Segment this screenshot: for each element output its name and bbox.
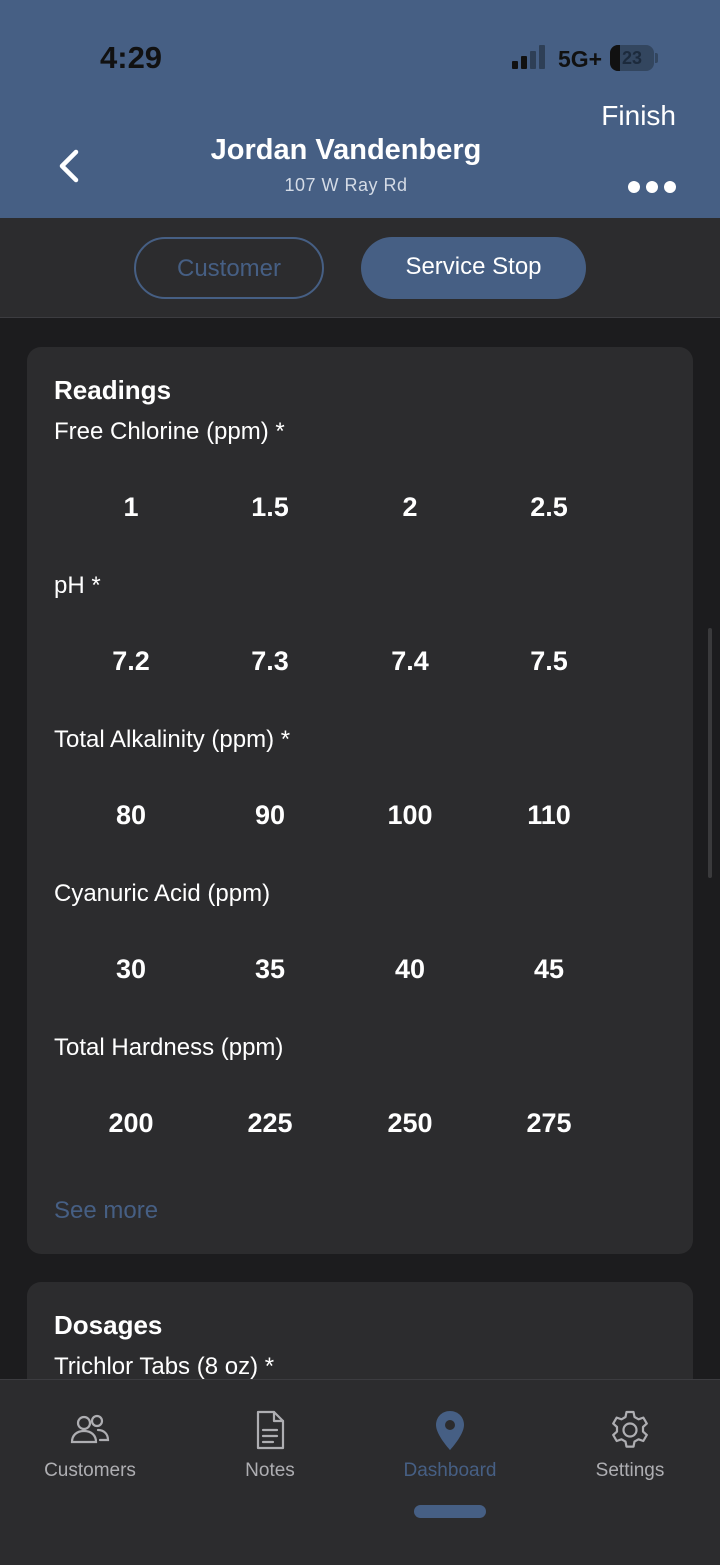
tab-label: Customers (44, 1460, 136, 1481)
cellular-signal-icon (512, 45, 548, 69)
reading-value[interactable]: 7.5 (479, 641, 619, 681)
finish-button[interactable]: Finish (601, 100, 676, 132)
field-label-total-alkalinity: Total Alkalinity (ppm) * (54, 726, 291, 753)
reading-value[interactable]: 90 (200, 795, 340, 835)
more-options-icon[interactable] (628, 178, 676, 196)
reading-value[interactable]: 30 (61, 949, 201, 989)
reading-value[interactable]: 2.5 (479, 487, 619, 527)
customer-name: Jordan Vandenberg (210, 134, 482, 166)
status-bar: 4:29 5G+ 23 (0, 0, 720, 100)
reading-value[interactable]: 200 (61, 1103, 201, 1143)
segment-customer[interactable]: Customer (134, 237, 324, 299)
reading-value[interactable]: 2 (340, 487, 480, 527)
reading-value[interactable]: 275 (479, 1103, 619, 1143)
field-label-cyanuric-acid: Cyanuric Acid (ppm) (54, 880, 271, 907)
values-row-total-alkalinity[interactable]: 80 90 100 110 1 (27, 795, 675, 835)
reading-value[interactable]: 100 (340, 795, 480, 835)
reading-value[interactable]: 1 (61, 487, 201, 527)
values-row-total-hardness[interactable]: 200 225 250 275 3 (27, 1103, 675, 1143)
location-pin-icon (436, 1411, 464, 1450)
tab-customers[interactable]: Customers (0, 1408, 180, 1482)
tab-label: Notes (245, 1460, 295, 1481)
segment-control: Customer Service Stop (0, 218, 720, 318)
dosages-card: Dosages Trichlor Tabs (8 oz) * (27, 1282, 693, 1379)
home-indicator[interactable] (414, 1505, 486, 1518)
reading-value[interactable]: 250 (340, 1103, 480, 1143)
see-more-link[interactable]: See more (54, 1197, 158, 1225)
content-scroll-area[interactable]: Readings Free Chlorine (ppm) * 1 1.5 2 2… (0, 319, 720, 1379)
values-row-free-chlorine[interactable]: 1 1.5 2 2.5 (27, 487, 675, 527)
tab-label: Settings (595, 1460, 665, 1481)
reading-value[interactable]: 7 (619, 641, 675, 681)
field-label-total-hardness: Total Hardness (ppm) (54, 1034, 284, 1061)
tab-dashboard[interactable]: Dashboard (360, 1408, 540, 1482)
readings-title: Readings (54, 375, 172, 405)
status-time: 4:29 (100, 40, 163, 75)
battery-level: 23 (621, 48, 643, 68)
reading-value[interactable]: 110 (479, 795, 619, 835)
reading-value[interactable]: 7.4 (340, 641, 480, 681)
tab-label: Dashboard (403, 1460, 497, 1481)
reading-value[interactable]: 80 (61, 795, 201, 835)
customers-icon (70, 1414, 110, 1444)
field-label-free-chlorine: Free Chlorine (ppm) * (54, 418, 285, 445)
field-label-trichlor-tabs: Trichlor Tabs (8 oz) * (54, 1353, 275, 1379)
header: Finish Jordan Vandenberg 107 W Ray Rd (0, 100, 720, 218)
reading-value[interactable]: 3 (619, 1103, 675, 1143)
notes-icon (256, 1410, 285, 1450)
reading-value[interactable]: 225 (200, 1103, 340, 1143)
segment-service-stop[interactable]: Service Stop (361, 237, 586, 299)
reading-value[interactable]: 1 (619, 795, 675, 835)
customer-address: 107 W Ray Rd (284, 175, 408, 195)
tab-bar: Customers Notes Dashboard Settings (0, 1379, 720, 1565)
reading-value[interactable]: 1.5 (200, 487, 340, 527)
reading-value[interactable]: 40 (340, 949, 480, 989)
tab-settings[interactable]: Settings (540, 1408, 720, 1482)
gear-icon (612, 1410, 648, 1448)
reading-value[interactable]: 7.3 (200, 641, 340, 681)
battery-icon: 23 (610, 45, 658, 71)
network-type: 5G+ (558, 46, 603, 72)
values-row-cyanuric-acid[interactable]: 30 35 40 45 (27, 949, 675, 989)
scroll-indicator (708, 628, 712, 878)
reading-value[interactable]: 35 (200, 949, 340, 989)
values-row-ph[interactable]: 7.2 7.3 7.4 7.5 7 (27, 641, 675, 681)
reading-value[interactable]: 45 (479, 949, 619, 989)
field-label-ph: pH * (54, 572, 101, 599)
dosages-title: Dosages (54, 1310, 163, 1340)
tab-notes[interactable]: Notes (180, 1408, 360, 1482)
readings-card: Readings Free Chlorine (ppm) * 1 1.5 2 2… (27, 347, 693, 1254)
reading-value[interactable]: 7.2 (61, 641, 201, 681)
